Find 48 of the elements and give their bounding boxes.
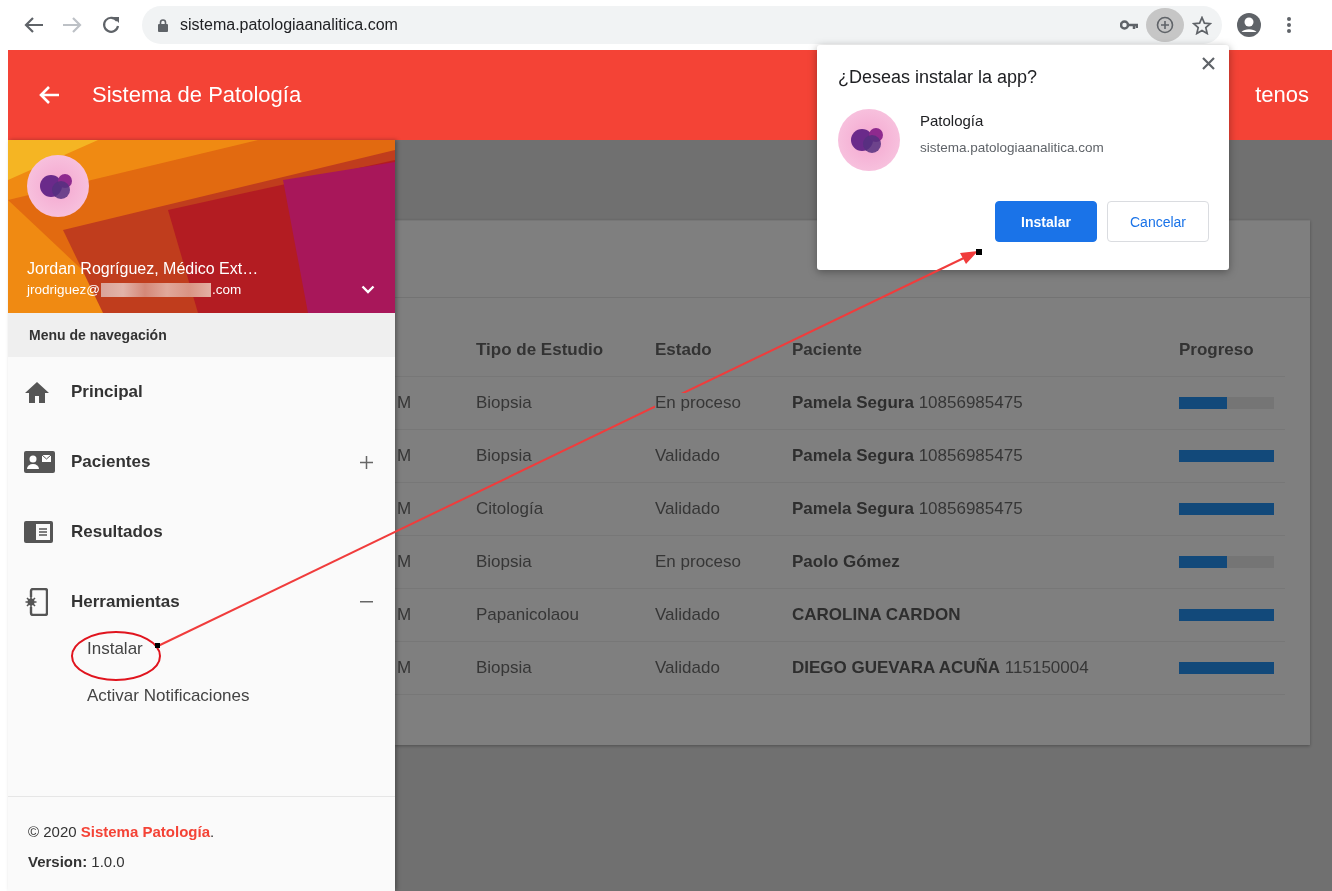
table-cell: M	[395, 376, 476, 430]
user-name: Jordan Rogríguez, Médico Ext…	[27, 260, 260, 278]
address-bar[interactable]: sistema.patologiaanalitica.com	[142, 6, 1222, 44]
app-title: Sistema de Patología	[92, 82, 303, 108]
email-text: .com	[212, 282, 242, 297]
table-cell: Validado	[655, 429, 792, 483]
column-header: Progreso	[1179, 323, 1285, 377]
table-cell: Biopsia	[476, 535, 655, 589]
table-cell: M	[395, 535, 476, 589]
email-text: jrodriguez@	[27, 282, 100, 297]
table-cell: Biopsia	[476, 376, 655, 430]
table-cell: Pamela Segura 10856985475	[792, 376, 1179, 430]
table-cell: DIEGO GUEVARA ACUÑA 115150004	[792, 641, 1179, 695]
table-cell: En proceso	[655, 376, 792, 430]
version-text: Version: 1.0.0	[28, 852, 126, 872]
table-cell: Validado	[655, 482, 792, 536]
table-cell: M	[395, 588, 476, 642]
dialog-title: ¿Deseas instalar la app?	[838, 67, 1039, 88]
table-cell: M	[395, 641, 476, 695]
table-cell: Biopsia	[476, 641, 655, 695]
url-text: sistema.patologiaanalitica.com	[180, 16, 399, 34]
header-text: tenos	[1255, 82, 1309, 108]
install-button[interactable]: Instalar	[995, 201, 1097, 242]
table-cell: En proceso	[655, 535, 792, 589]
table-cell: Pamela Segura 10856985475	[792, 482, 1179, 536]
app-url: sistema.patologiaanalitica.com	[920, 140, 1104, 155]
table-cell: Validado	[655, 588, 792, 642]
menu-heading: Menu de navegación	[8, 313, 395, 357]
table-cell: Citología	[476, 482, 655, 536]
nav-item[interactable]: Principal	[8, 357, 395, 427]
table-cell: Validado	[655, 641, 792, 695]
table-cell: Papanicolaou	[476, 588, 655, 642]
table-cell: M	[395, 482, 476, 536]
column-header: Tipo de Estudio	[476, 323, 655, 377]
cancel-button[interactable]: Cancelar	[1107, 201, 1209, 242]
nav-item[interactable]: Pacientes	[8, 427, 395, 497]
footer-link[interactable]: Sistema Patología	[80, 823, 210, 840]
column-header: Paciente	[792, 323, 1179, 377]
nav-item[interactable]: Resultados	[8, 497, 395, 567]
column-header: Estado	[655, 323, 792, 377]
table-cell: CAROLINA CARDON	[792, 588, 1179, 642]
copyright-text: © 2020 Sistema Patología.	[28, 822, 216, 842]
table-cell: Paolo Gómez	[792, 535, 1179, 589]
submenu-item[interactable]: Activar Notificaciones	[87, 672, 250, 719]
table-cell: M	[395, 429, 476, 483]
table-cell: Pamela Segura 10856985475	[792, 429, 1179, 483]
table-cell: Biopsia	[476, 429, 655, 483]
app-name: Patología	[920, 112, 985, 129]
